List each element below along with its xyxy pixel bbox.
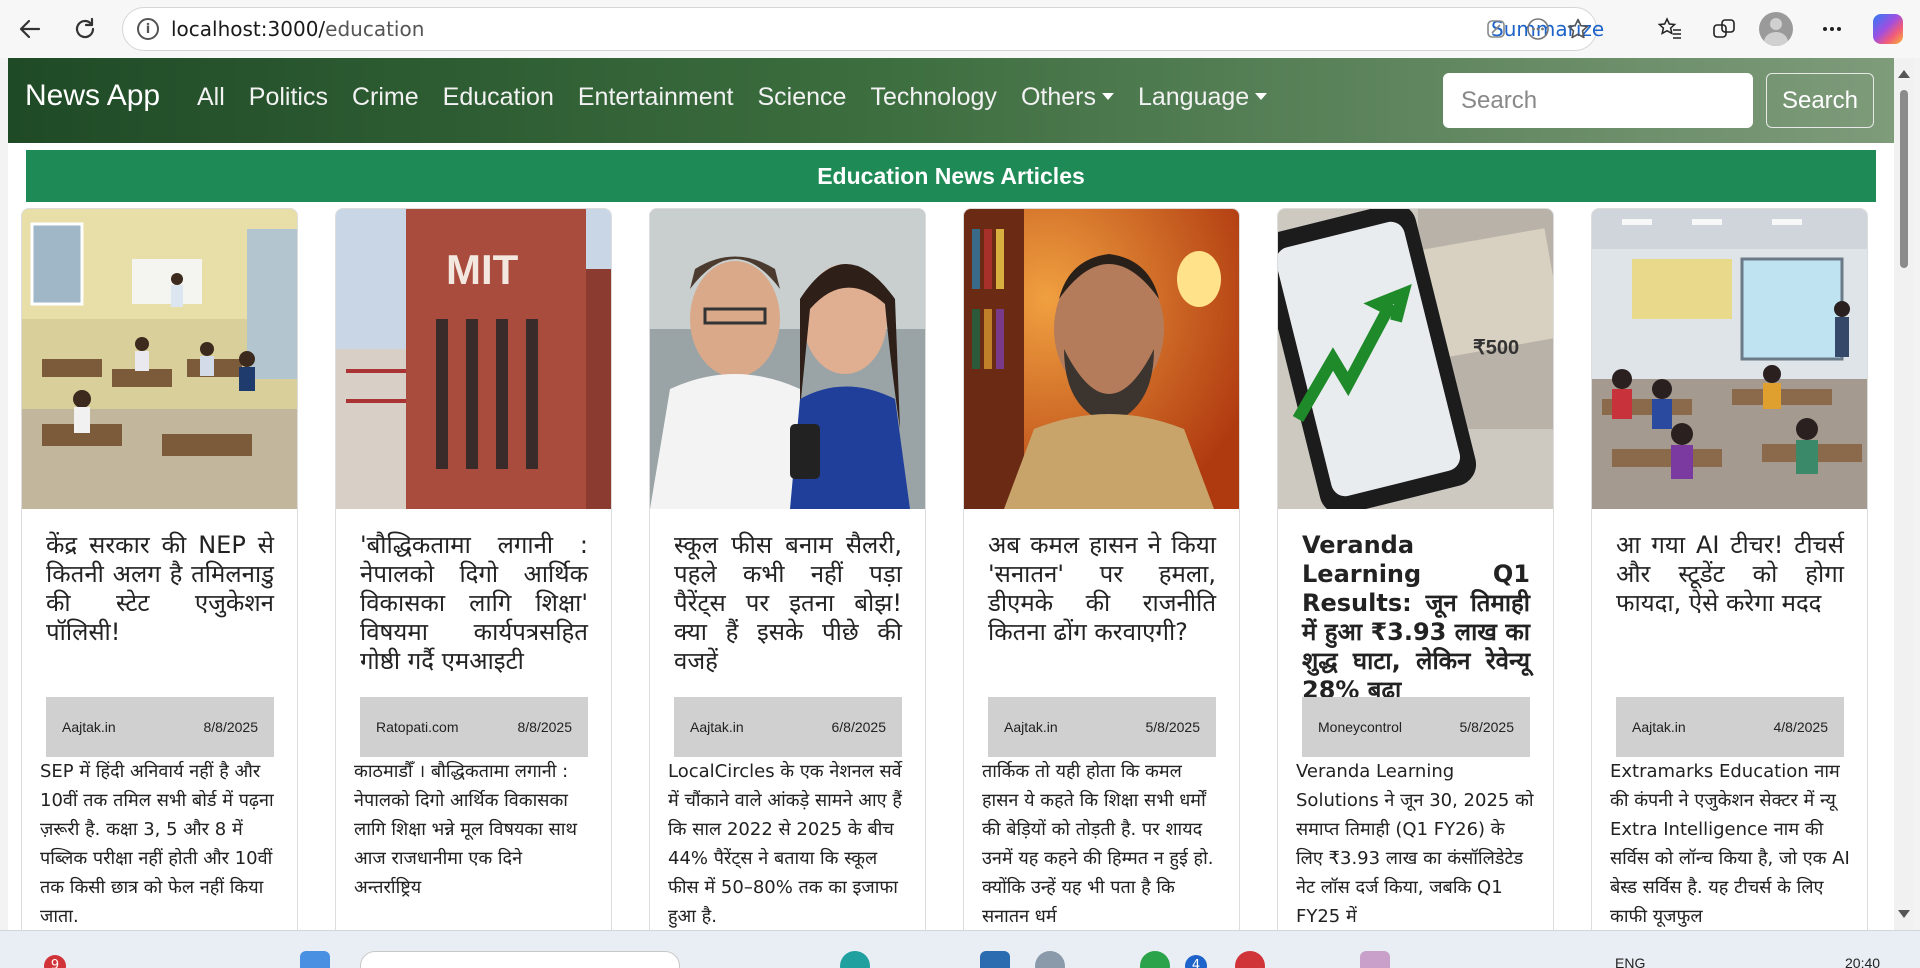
svg-text:₹500: ₹500 (1473, 337, 1519, 359)
article-source: Aajtak.in (62, 719, 116, 735)
article-source: Moneycontrol (1318, 719, 1403, 735)
copilot-icon[interactable] (1870, 11, 1906, 47)
article-title[interactable]: स्कूल फीस बनाम सैलरी, पहले कभी नहीं पड़ा… (674, 531, 902, 676)
brand-logo[interactable]: News App (25, 79, 160, 113)
article-source: Aajtak.in (1004, 719, 1058, 735)
nav-link-technology[interactable]: Technology (870, 83, 996, 112)
settings-more-icon[interactable] (1814, 11, 1850, 47)
kamal-haasan-portrait-image[interactable] (964, 209, 1239, 509)
app-icon[interactable] (1235, 951, 1265, 968)
site-info-icon[interactable]: i (137, 18, 159, 40)
nav-link-all[interactable]: All (197, 83, 225, 112)
app-icon[interactable] (1360, 951, 1390, 968)
reload-icon[interactable] (67, 11, 103, 47)
app-icon[interactable] (1140, 951, 1170, 968)
article-description: तार्किक तो यही होता कि कमल हासन ये कहते … (982, 761, 1214, 927)
search-input[interactable] (1443, 73, 1753, 128)
article-card[interactable]: केंद्र सरकार की NEP से कितनी अलग है तमिल… (21, 208, 298, 930)
url-host: localhost:3000/ (171, 17, 326, 41)
article-card[interactable]: स्कूल फीस बनाम सैलरी, पहले कभी नहीं पड़ा… (649, 208, 926, 930)
collections-icon[interactable] (1706, 11, 1742, 47)
article-meta: Aajtak.in 8/8/2025 (46, 697, 274, 757)
nav-link-crime[interactable]: Crime (352, 83, 419, 112)
article-title[interactable]: आ गया AI टीचर! टीचर्स और स्टूडेंट को होग… (1616, 531, 1844, 618)
article-description: LocalCircles के एक नेशनल सर्वे में चौंका… (668, 761, 902, 927)
article-date: 8/8/2025 (517, 719, 573, 735)
article-meta: Aajtak.in 4/8/2025 (1616, 697, 1844, 757)
nav-link-politics[interactable]: Politics (249, 83, 328, 112)
back-arrow-icon[interactable] (12, 11, 48, 47)
article-source: Aajtak.in (690, 719, 744, 735)
taskbar-search-box[interactable] (360, 951, 680, 968)
article-date: 5/8/2025 (1459, 719, 1515, 735)
article-title[interactable]: Veranda Learning Q1 Results: जून तिमाही … (1302, 531, 1530, 705)
nav-links: All Politics Crime Education Entertainme… (197, 83, 1291, 112)
edge-app-icon[interactable] (840, 951, 870, 968)
article-card[interactable]: MIT 'बौद्धिकतामा लगानी : नेपालको दिगो आर… (335, 208, 612, 930)
language-indicator[interactable]: ENG (1615, 955, 1645, 968)
article-card[interactable]: आ गया AI टीचर! टीचर्स और स्टूडेंट को होग… (1591, 208, 1868, 930)
os-taskbar: 9 4 ENG 20:40 (0, 930, 1920, 968)
classroom-exam-image[interactable] (22, 209, 297, 509)
more-options-icon[interactable] (1523, 14, 1553, 44)
article-description: काठमाडौँ । बौद्धिकतामा लगानी : नेपालको द… (354, 761, 577, 898)
caret-down-icon (1255, 93, 1268, 100)
others-dropdown[interactable]: Others (1021, 83, 1114, 112)
scrollbar-thumb[interactable] (1900, 90, 1908, 268)
section-header: Education News Articles (26, 150, 1876, 202)
browser-toolbar: i localhost:3000/education Summarize (0, 0, 1920, 58)
scroll-down-arrow-icon[interactable] (1898, 910, 1910, 918)
article-source: Ratopati.com (376, 719, 459, 735)
others-dropdown-label: Others (1020, 83, 1096, 111)
caret-down-icon (1101, 93, 1114, 100)
nav-link-science[interactable]: Science (758, 83, 847, 112)
article-description: Veranda Learning Solutions ने जून 30, 20… (1296, 761, 1534, 927)
mit-building-image[interactable]: MIT (336, 209, 611, 509)
notification-badge[interactable]: 9 (44, 955, 66, 968)
start-icon[interactable] (300, 951, 330, 968)
nav-link-education[interactable]: Education (443, 83, 554, 112)
search-button[interactable]: Search (1766, 73, 1874, 128)
article-card[interactable]: अब कमल हासन ने किया 'सनातन' पर हमला, डीए… (963, 208, 1240, 930)
favorites-icon[interactable] (1652, 11, 1688, 47)
article-description: Extramarks Education नाम की कंपनी ने एजु… (1610, 761, 1850, 927)
scroll-up-arrow-icon[interactable] (1898, 70, 1910, 78)
navbar: News App All Politics Crime Education En… (8, 58, 1894, 143)
article-date: 5/8/2025 (1145, 719, 1201, 735)
copilot-summarize-icon[interactable] (1481, 14, 1511, 44)
clock[interactable]: 20:40 (1845, 955, 1880, 968)
article-meta: Aajtak.in 5/8/2025 (988, 697, 1216, 757)
article-title[interactable]: केंद्र सरकार की NEP से कितनी अलग है तमिल… (46, 531, 274, 647)
language-dropdown[interactable]: Language (1137, 83, 1268, 112)
page-scrollbar[interactable] (1894, 58, 1914, 930)
profile-avatar-icon[interactable] (1758, 11, 1794, 47)
article-date: 4/8/2025 (1773, 719, 1829, 735)
article-meta: Ratopati.com 8/8/2025 (360, 697, 588, 757)
favorite-star-icon[interactable] (1563, 14, 1593, 44)
app-badge: 4 (1185, 955, 1207, 968)
article-date: 6/8/2025 (831, 719, 887, 735)
nav-link-entertainment[interactable]: Entertainment (578, 83, 734, 112)
article-title[interactable]: अब कमल हासन ने किया 'सनातन' पर हमला, डीए… (988, 531, 1216, 647)
app-icon[interactable] (980, 951, 1010, 968)
language-dropdown-label: Language (1137, 83, 1250, 111)
article-source: Aajtak.in (1632, 719, 1686, 735)
article-date: 8/8/2025 (203, 719, 259, 735)
article-description: SEP में हिंदी अनिवार्य नहीं है और 10वीं … (40, 761, 274, 927)
app-icon[interactable] (1035, 951, 1065, 968)
svg-text:MIT: MIT (446, 246, 519, 293)
address-bar[interactable]: i localhost:3000/education Summarize (122, 7, 1604, 51)
worried-parents-image[interactable] (650, 209, 925, 509)
article-title[interactable]: 'बौद्धिकतामा लगानी : नेपालको दिगो आर्थिक… (360, 531, 588, 676)
smart-classroom-image[interactable] (1592, 209, 1867, 509)
article-meta: Aajtak.in 6/8/2025 (674, 697, 902, 757)
url-text[interactable]: localhost:3000/education (171, 17, 424, 41)
article-card[interactable]: ₹500 Veranda Learning Q1 Results: जून ति… (1277, 208, 1554, 930)
phone-chart-currency-image[interactable]: ₹500 (1278, 209, 1553, 509)
article-meta: Moneycontrol 5/8/2025 (1302, 697, 1530, 757)
page-viewport: News App All Politics Crime Education En… (8, 58, 1894, 930)
url-path: education (325, 17, 425, 41)
